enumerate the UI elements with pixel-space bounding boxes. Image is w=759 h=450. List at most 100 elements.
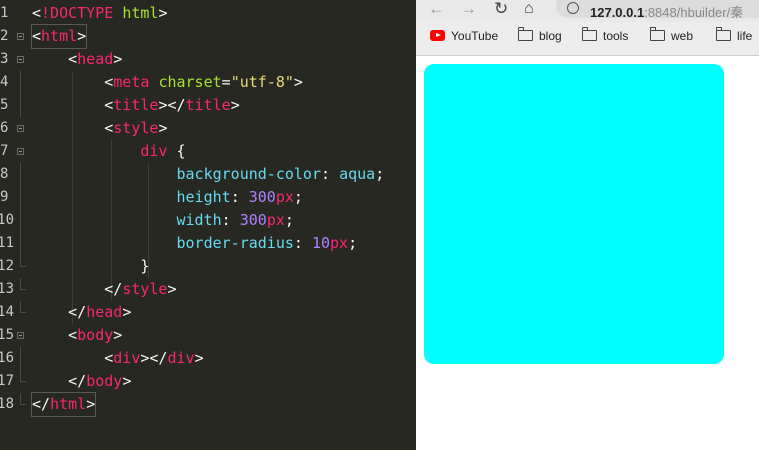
code-token: head bbox=[77, 50, 114, 68]
bookmark-tools[interactable]: tools bbox=[581, 27, 629, 44]
code-token: html bbox=[122, 4, 159, 22]
arrow-right-icon[interactable]: → bbox=[460, 0, 477, 17]
rendered-div bbox=[424, 64, 724, 364]
fold-range-line bbox=[20, 347, 21, 370]
url-host: 127.0.0.1 bbox=[590, 5, 645, 20]
fold-range-line bbox=[20, 186, 21, 209]
code-token: ; bbox=[348, 234, 358, 252]
code-token: : bbox=[321, 165, 340, 183]
code-token: < bbox=[32, 119, 114, 137]
code-line[interactable]: 1 <!DOCTYPE html> bbox=[0, 2, 415, 25]
fold-icon[interactable] bbox=[17, 332, 24, 339]
bookmark-label: tools bbox=[603, 29, 629, 43]
code-token: < bbox=[32, 4, 42, 22]
line-number: 16 bbox=[0, 350, 14, 366]
code-token: body bbox=[86, 372, 123, 390]
code-line[interactable]: 4 <meta charset="utf-8"> bbox=[0, 71, 415, 94]
code-token: </ bbox=[32, 280, 123, 298]
home-icon[interactable]: ⌂ bbox=[524, 1, 534, 17]
bookmark-label: YouTube bbox=[451, 29, 499, 43]
fold-icon[interactable] bbox=[17, 125, 24, 132]
code-text: width: 300px; bbox=[32, 209, 294, 232]
info-icon[interactable] bbox=[567, 2, 579, 14]
line-number: 17 bbox=[0, 373, 14, 389]
code-line[interactable]: 10 width: 300px; bbox=[0, 209, 415, 232]
code-token: > bbox=[158, 4, 168, 22]
line-number: 3 bbox=[0, 51, 9, 67]
bookmark-label: life bbox=[737, 29, 753, 43]
code-text: </style> bbox=[32, 278, 177, 301]
code-line[interactable]: 5 <title></title> bbox=[0, 94, 415, 117]
code-line[interactable]: 15 <body> bbox=[0, 324, 415, 347]
code-text: <!DOCTYPE html> bbox=[32, 2, 167, 25]
fold-icon[interactable] bbox=[17, 33, 24, 40]
fold-end-marker bbox=[20, 393, 26, 405]
line-number: 15 bbox=[0, 327, 14, 343]
code-token: { bbox=[167, 142, 186, 160]
folder-icon bbox=[581, 27, 597, 42]
browser-toolbar: ← → ↻ ⌂ 127.0.0.1:8848/hbuilder/秦 bbox=[416, 0, 759, 22]
code-text: background-color: aqua; bbox=[32, 163, 385, 186]
code-text: div { bbox=[32, 140, 186, 163]
code-line[interactable]: 12 } bbox=[0, 255, 415, 278]
fold-icon[interactable] bbox=[17, 56, 24, 63]
code-line[interactable]: 2 <html> bbox=[0, 24, 415, 49]
code-line[interactable]: 17 </body> bbox=[0, 370, 415, 393]
code-token: ; bbox=[293, 188, 303, 206]
fold-end-marker bbox=[20, 255, 26, 267]
code-line[interactable]: 3 <head> bbox=[0, 48, 415, 71]
code-line[interactable]: 8 background-color: aqua; bbox=[0, 163, 415, 186]
code-token: 300 bbox=[239, 211, 267, 229]
code-text: <title></title> bbox=[32, 94, 239, 117]
line-number: 1 bbox=[0, 5, 9, 21]
bookmark-web[interactable]: web bbox=[649, 27, 693, 44]
code-text: border-radius: 10px; bbox=[32, 232, 358, 255]
code-token: body bbox=[77, 326, 114, 344]
code-text: </html> bbox=[30, 392, 97, 417]
code-token: < bbox=[32, 50, 78, 68]
youtube-icon bbox=[430, 30, 445, 42]
code-token: ; bbox=[375, 165, 385, 183]
code-token: } bbox=[32, 257, 150, 275]
fold-end-marker bbox=[20, 278, 26, 290]
code-line[interactable]: 7 div { bbox=[0, 140, 415, 163]
code-token: ></ bbox=[140, 349, 168, 367]
arrow-left-icon[interactable]: ← bbox=[428, 0, 445, 17]
bookmark-youtube[interactable]: YouTube bbox=[430, 28, 498, 44]
code-token: html bbox=[41, 27, 78, 45]
fold-icon[interactable] bbox=[17, 148, 24, 155]
code-token: > bbox=[122, 303, 132, 321]
code-line[interactable]: 11 border-radius: 10px; bbox=[0, 232, 415, 255]
code-line[interactable]: 18 </html> bbox=[0, 392, 415, 417]
code-token: div bbox=[113, 349, 141, 367]
url-path: :8848/hbuilder/秦 bbox=[644, 5, 744, 20]
code-line[interactable]: 14 </head> bbox=[0, 301, 415, 324]
code-token: > bbox=[167, 280, 177, 298]
code-token: px bbox=[266, 211, 285, 229]
code-token: html bbox=[50, 395, 87, 413]
address-bar[interactable]: 127.0.0.1:8848/hbuilder/秦 bbox=[556, 0, 759, 21]
code-line[interactable]: 6 <style> bbox=[0, 117, 415, 140]
code-line[interactable]: 9 height: 300px; bbox=[0, 186, 415, 209]
fold-range-line bbox=[20, 232, 21, 255]
code-token: > bbox=[86, 395, 96, 413]
reload-icon[interactable]: ↻ bbox=[494, 0, 508, 17]
code-token: px bbox=[275, 188, 294, 206]
code-token: 10 bbox=[311, 234, 331, 252]
code-text: } bbox=[32, 255, 149, 278]
code-token: width bbox=[176, 211, 222, 229]
code-editor[interactable]: 1 <!DOCTYPE html> 2 <html> 3 <head> 4 <meta c… bbox=[0, 0, 415, 450]
line-number: 12 bbox=[0, 258, 14, 274]
code-text: </head> bbox=[32, 301, 131, 324]
url-text[interactable]: 127.0.0.1:8848/hbuilder/秦 bbox=[590, 2, 743, 21]
bookmark-blog[interactable]: blog bbox=[517, 27, 562, 44]
code-token: title bbox=[113, 96, 159, 114]
code-line[interactable]: 16 <div></div> bbox=[0, 347, 415, 370]
bookmark-life[interactable]: life bbox=[715, 27, 753, 44]
fold-range-line bbox=[20, 209, 21, 232]
code-token: aqua bbox=[339, 165, 376, 183]
code-line[interactable]: 13 </style> bbox=[0, 278, 415, 301]
fold-range-line bbox=[20, 94, 21, 117]
